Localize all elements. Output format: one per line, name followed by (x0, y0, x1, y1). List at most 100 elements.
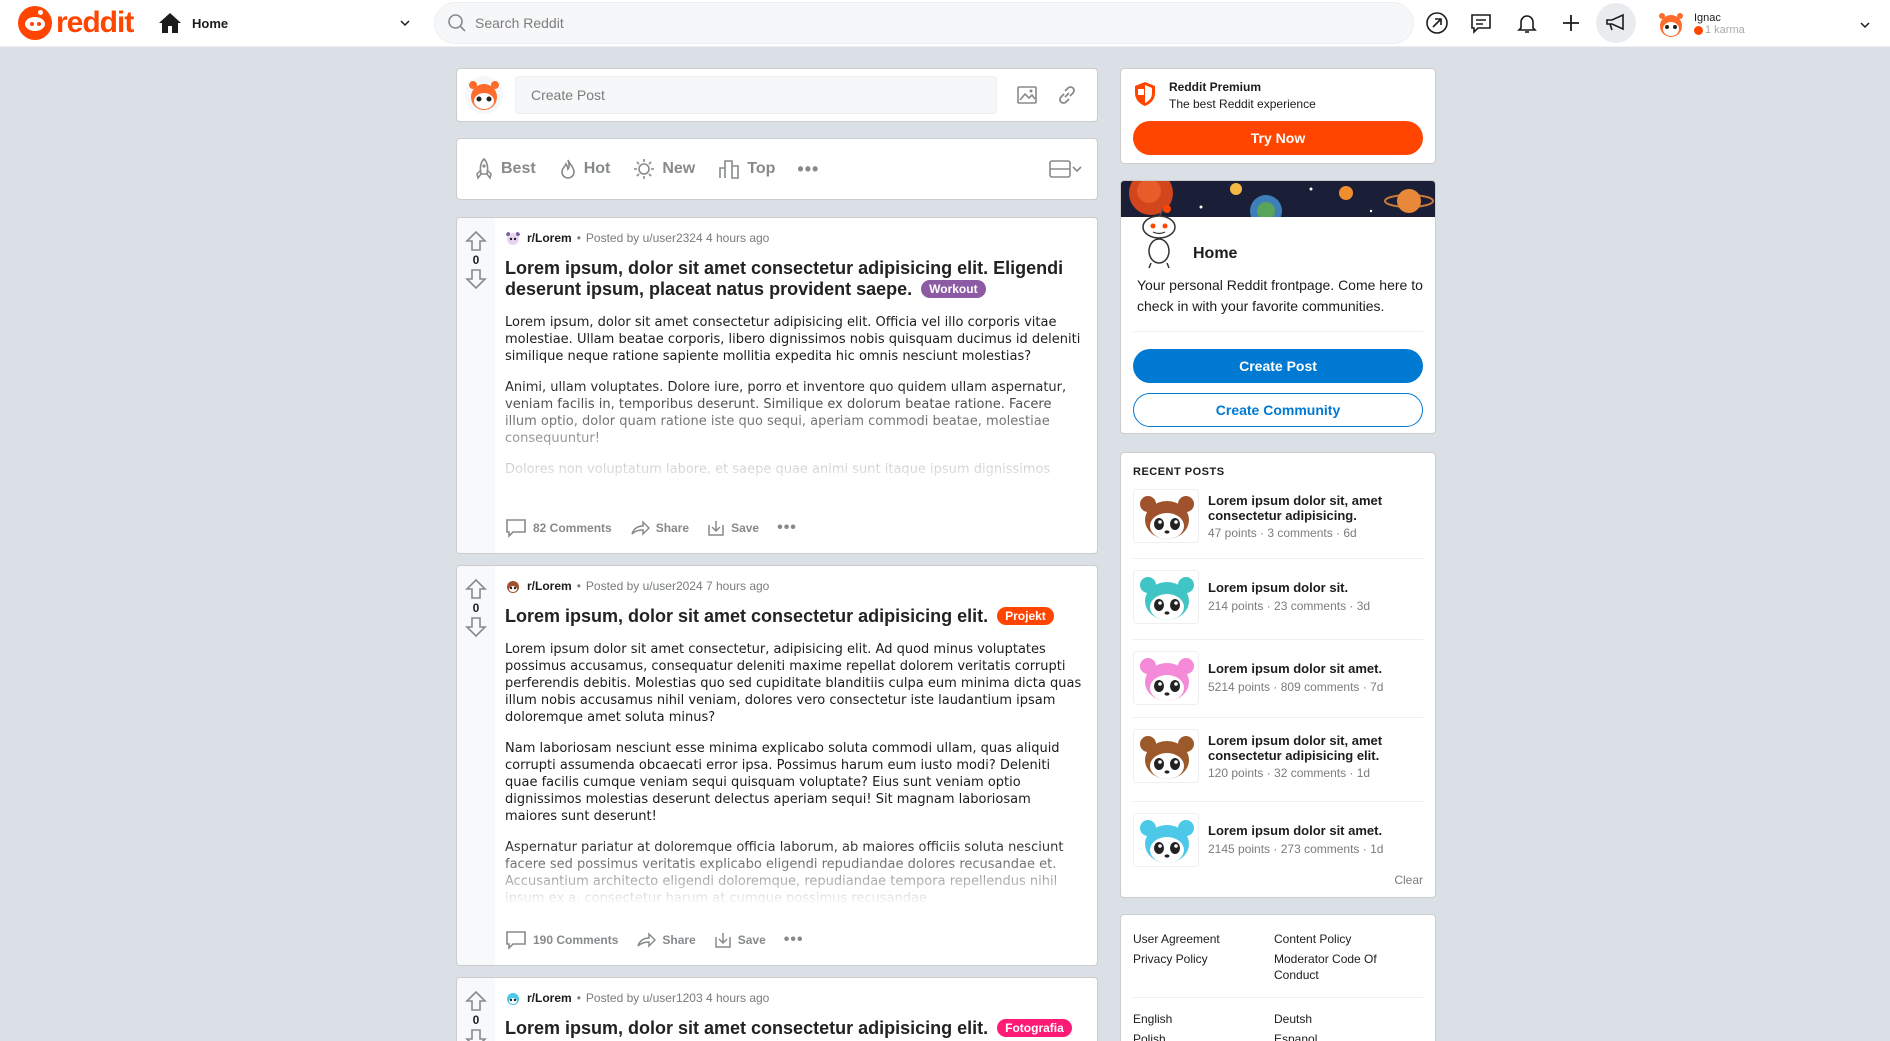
language-english[interactable]: English (1133, 1011, 1172, 1027)
clear-recent-button[interactable]: Clear (1394, 873, 1423, 887)
more-sort-options[interactable]: ••• (797, 159, 819, 180)
upvote-icon[interactable] (465, 230, 487, 252)
subreddit-name[interactable]: r/Lorem (527, 991, 572, 1005)
post-card[interactable]: 0 r/Lorem • Posted by u/user1203 4 hours… (456, 977, 1098, 1041)
recent-post-title[interactable]: Lorem ipsum dolor sit amet. (1208, 823, 1418, 838)
post-title[interactable]: Lorem ipsum, dolor sit amet consectetur … (505, 258, 1085, 300)
reddit-logo-icon (18, 6, 52, 40)
faded-content: Aspernatur pariatur at doloremque offici… (505, 839, 1085, 905)
share-button[interactable]: Share (636, 931, 696, 949)
post-card[interactable]: 0 r/Lorem • Posted by u/user2324 4 hours… (456, 217, 1098, 554)
search-input[interactable] (475, 15, 1355, 31)
share-label: Share (662, 933, 696, 947)
recent-post-item[interactable]: Lorem ipsum dolor sit. 214 points · 23 co… (1133, 570, 1425, 640)
post-card[interactable]: 0 r/Lorem • Posted by u/user2024 7 hours… (456, 565, 1098, 966)
language-espanol[interactable]: Espanol (1274, 1031, 1317, 1041)
subreddit-icon[interactable] (505, 990, 521, 1006)
recent-post-thumbnail (1133, 489, 1199, 543)
user-agreement-link[interactable]: User Agreement (1133, 931, 1220, 947)
recent-posts-heading: RECENT POSTS (1133, 466, 1225, 478)
sort-hot[interactable]: Hot (558, 158, 610, 180)
comments-button[interactable]: 82 Comments (505, 518, 612, 538)
user-avatar[interactable] (465, 76, 503, 114)
recent-post-thumbnail (1133, 729, 1199, 783)
post-actions: 82 Comments Share Save ••• (505, 518, 797, 538)
divider (1133, 558, 1423, 559)
subreddit-name[interactable]: r/Lorem (527, 231, 572, 245)
divider (1133, 801, 1423, 802)
recent-post-title[interactable]: Lorem ipsum dolor sit amet. (1208, 661, 1418, 676)
subreddit-icon[interactable] (505, 578, 521, 594)
create-post-input[interactable] (515, 76, 997, 114)
more-options-icon[interactable]: ••• (777, 519, 797, 537)
language-polish[interactable]: Polish (1133, 1031, 1166, 1041)
moderator-code-link[interactable]: Moderator Code Of Conduct (1274, 951, 1394, 983)
image-post-button[interactable] (1011, 79, 1043, 111)
post-paragraph: Animi, ullam voluptates. Dolore iure, po… (505, 380, 1067, 446)
save-button[interactable]: Save (714, 931, 766, 949)
privacy-policy-link[interactable]: Privacy Policy (1133, 951, 1208, 967)
post-text: Lorem ipsum dolor sit amet consectetur, … (505, 641, 1085, 905)
upvote-icon[interactable] (465, 578, 487, 600)
content-policy-link[interactable]: Content Policy (1274, 931, 1351, 947)
post-flair[interactable]: Fotografia (997, 1019, 1072, 1037)
post-flair[interactable]: Workout (921, 280, 986, 298)
advertise-button[interactable] (1596, 3, 1636, 43)
meta-separator: • (576, 231, 581, 245)
language-deutsch[interactable]: Deutsh (1274, 1011, 1312, 1027)
subreddit-icon[interactable] (505, 230, 521, 246)
recent-post-item[interactable]: Lorem ipsum dolor sit amet. 2145 points ·… (1133, 813, 1425, 883)
try-now-button[interactable]: Try Now (1133, 121, 1423, 155)
recent-post-item[interactable]: Lorem ipsum dolor sit, amet consectetur … (1133, 729, 1425, 799)
share-button[interactable]: Share (630, 519, 689, 537)
save-button[interactable]: Save (707, 519, 759, 537)
post-title[interactable]: Lorem ipsum, dolor sit amet consectetur … (505, 1018, 1085, 1039)
plus-icon (1563, 15, 1579, 31)
vote-column: 0 (457, 978, 495, 1041)
recent-post-item[interactable]: Lorem ipsum dolor sit amet. 5214 points ·… (1133, 651, 1425, 721)
comments-count: 82 Comments (533, 521, 612, 535)
flame-icon (560, 159, 575, 179)
post-flair[interactable]: Projekt (997, 607, 1054, 625)
popular-button[interactable] (1424, 10, 1450, 36)
sort-top[interactable]: Top (717, 157, 775, 181)
chat-button[interactable] (1468, 10, 1494, 36)
create-button[interactable] (1558, 10, 1584, 36)
sort-label: New (662, 160, 696, 177)
user-avatar (1656, 9, 1686, 39)
post-author-time: Posted by u/user2324 4 hours ago (585, 231, 770, 245)
username: Ignac (1694, 12, 1721, 24)
share-icon (630, 520, 650, 536)
downvote-icon[interactable] (465, 1028, 487, 1041)
sort-new[interactable]: New (632, 157, 695, 181)
create-post-button[interactable]: Create Post (1133, 349, 1423, 383)
recent-post-item[interactable]: Lorem ipsum dolor sit, amet consectetur … (1133, 489, 1425, 559)
subreddit-name[interactable]: r/Lorem (527, 579, 572, 593)
meta-separator: • (576, 579, 581, 593)
link-post-button[interactable] (1051, 79, 1083, 111)
post-paragraph: Nam laboriosam nesciunt esse minima expl… (505, 741, 1060, 824)
recent-post-title[interactable]: Lorem ipsum dolor sit, amet consectetur … (1208, 493, 1418, 523)
user-menu[interactable]: Ignac 1 karma (1656, 5, 1878, 43)
recent-post-title[interactable]: Lorem ipsum dolor sit. (1208, 580, 1418, 595)
premium-shield-icon (1135, 82, 1155, 106)
downvote-icon[interactable] (465, 268, 487, 290)
sort-best[interactable]: Best (473, 157, 536, 181)
trending-arrow-icon (1426, 12, 1448, 34)
post-author-time: Posted by u/user1203 4 hours ago (585, 991, 770, 1005)
comments-button[interactable]: 190 Comments (505, 930, 618, 950)
karma-count: 1 karma (1694, 24, 1745, 36)
search-bar (434, 2, 1414, 44)
more-options-icon[interactable]: ••• (784, 931, 804, 949)
view-toggle[interactable] (1049, 159, 1083, 179)
sort-label: Top (747, 160, 776, 177)
recent-post-title[interactable]: Lorem ipsum dolor sit, amet consectetur … (1208, 733, 1418, 763)
post-title[interactable]: Lorem ipsum, dolor sit amet consectetur … (505, 606, 1085, 627)
create-community-button[interactable]: Create Community (1133, 393, 1423, 427)
notifications-button[interactable] (1514, 10, 1540, 36)
snoo-mascot-icon (1142, 205, 1176, 269)
downvote-icon[interactable] (465, 616, 487, 638)
upvote-icon[interactable] (465, 990, 487, 1012)
reddit-logo[interactable]: reddit (18, 6, 134, 40)
home-dropdown[interactable]: Home (158, 8, 418, 38)
